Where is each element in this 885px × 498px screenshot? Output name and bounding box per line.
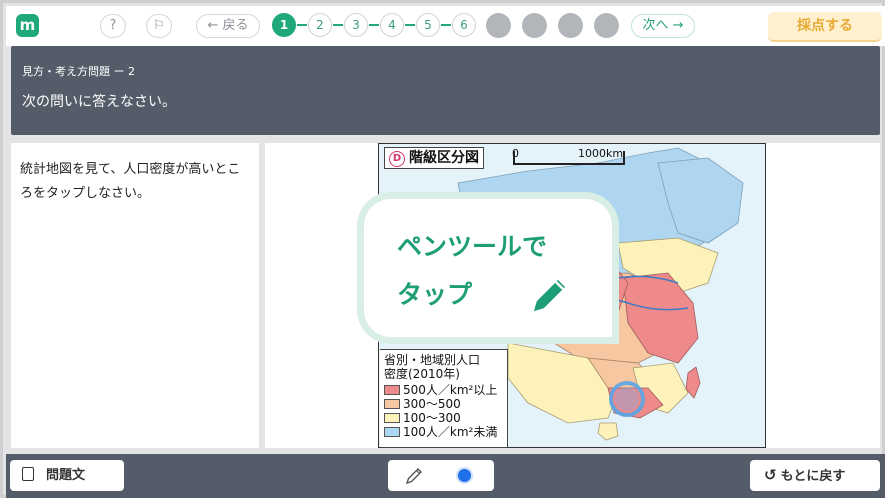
scale-distance-label: 1000km [578, 147, 624, 160]
problem-text-button[interactable]: 問題文 [10, 460, 124, 491]
step-locked [486, 13, 511, 38]
legend-subtitle: 密度(2010年) [384, 367, 460, 381]
map-title-text: 階級区分図 [409, 150, 479, 166]
step-6[interactable]: 6 [452, 13, 476, 37]
step-locked [558, 13, 583, 38]
step-4[interactable]: 4 [380, 13, 404, 37]
pencil-icon [534, 280, 565, 311]
undo-button[interactable]: ↺ もとに戻す [750, 460, 880, 491]
next-button[interactable]: 次へ → [631, 14, 695, 38]
legend-item: 100人／km²未満 [384, 425, 503, 439]
back-button[interactable]: ← 戻る [196, 14, 260, 38]
flag-button[interactable]: ⚐ [146, 14, 172, 38]
pen-tool-hint: ペンツールで タップ [357, 192, 619, 344]
pen-color-swatch[interactable] [456, 467, 473, 484]
question-header: 見方・考え方問題 ー 2 次の問いに答えなさい。 [11, 46, 880, 135]
step-locked [594, 13, 619, 38]
question-panel: 統計地図を見て、人口密度が高いところをタップしなさい。 [11, 143, 259, 448]
legend-title: 省別・地域別人口 [384, 353, 481, 367]
bottom-toolbar: 問題文 ↺ もとに戻す [6, 454, 885, 498]
question-text: 統計地図を見て、人口密度が高いところをタップしなさい。 [20, 162, 241, 201]
pen-toolbox [388, 460, 494, 491]
hint-line-2: タップ [397, 280, 473, 309]
app-frame: m ? ⚐ ← 戻る 1 2 3 4 5 6 次へ → 採点する 見方・考え方問… [0, 0, 885, 498]
hint-line-1: ペンツールで [397, 232, 548, 261]
help-button[interactable]: ? [100, 14, 126, 38]
question-subtitle: 見方・考え方問題 ー 2 [22, 65, 135, 78]
map-badge: D [389, 151, 405, 167]
legend-label: 300〜500 [403, 397, 461, 411]
document-icon [22, 467, 34, 481]
question-title: 次の問いに答えなさい。 [22, 94, 176, 110]
legend-label: 500人／km²以上 [403, 383, 498, 397]
step-3[interactable]: 3 [344, 13, 368, 37]
legend-item: 300〜500 [384, 397, 503, 411]
scale-zero-label: 0 [512, 147, 519, 160]
pencil-tool-icon[interactable] [404, 466, 424, 486]
step-connector [405, 24, 415, 26]
legend-item: 100〜300 [384, 411, 503, 425]
legend-label: 100〜300 [403, 411, 461, 425]
legend-item: 500人／km²以上 [384, 383, 503, 397]
undo-icon: ↺ [764, 466, 777, 484]
map-title: D 階級区分図 [384, 147, 484, 169]
undo-label: もとに戻す [780, 469, 846, 484]
step-connector [333, 24, 343, 26]
step-locked [522, 13, 547, 38]
step-connector [297, 24, 307, 26]
step-2[interactable]: 2 [308, 13, 332, 37]
legend-swatch [384, 385, 400, 395]
step-5[interactable]: 5 [416, 13, 440, 37]
legend-swatch [384, 413, 400, 423]
score-button[interactable]: 採点する [768, 12, 882, 42]
legend-swatch [384, 399, 400, 409]
legend-label: 100人／km²未満 [403, 425, 498, 439]
legend-swatch [384, 427, 400, 437]
app-logo: m [16, 14, 39, 37]
step-connector [369, 24, 379, 26]
map-legend: 省別・地域別人口 密度(2010年) 500人／km²以上 300〜500 10… [380, 349, 508, 448]
top-toolbar: m ? ⚐ ← 戻る 1 2 3 4 5 6 次へ → 採点する [6, 6, 885, 46]
step-1[interactable]: 1 [272, 13, 296, 37]
problem-text-label: 問題文 [46, 468, 86, 483]
step-connector [441, 24, 451, 26]
